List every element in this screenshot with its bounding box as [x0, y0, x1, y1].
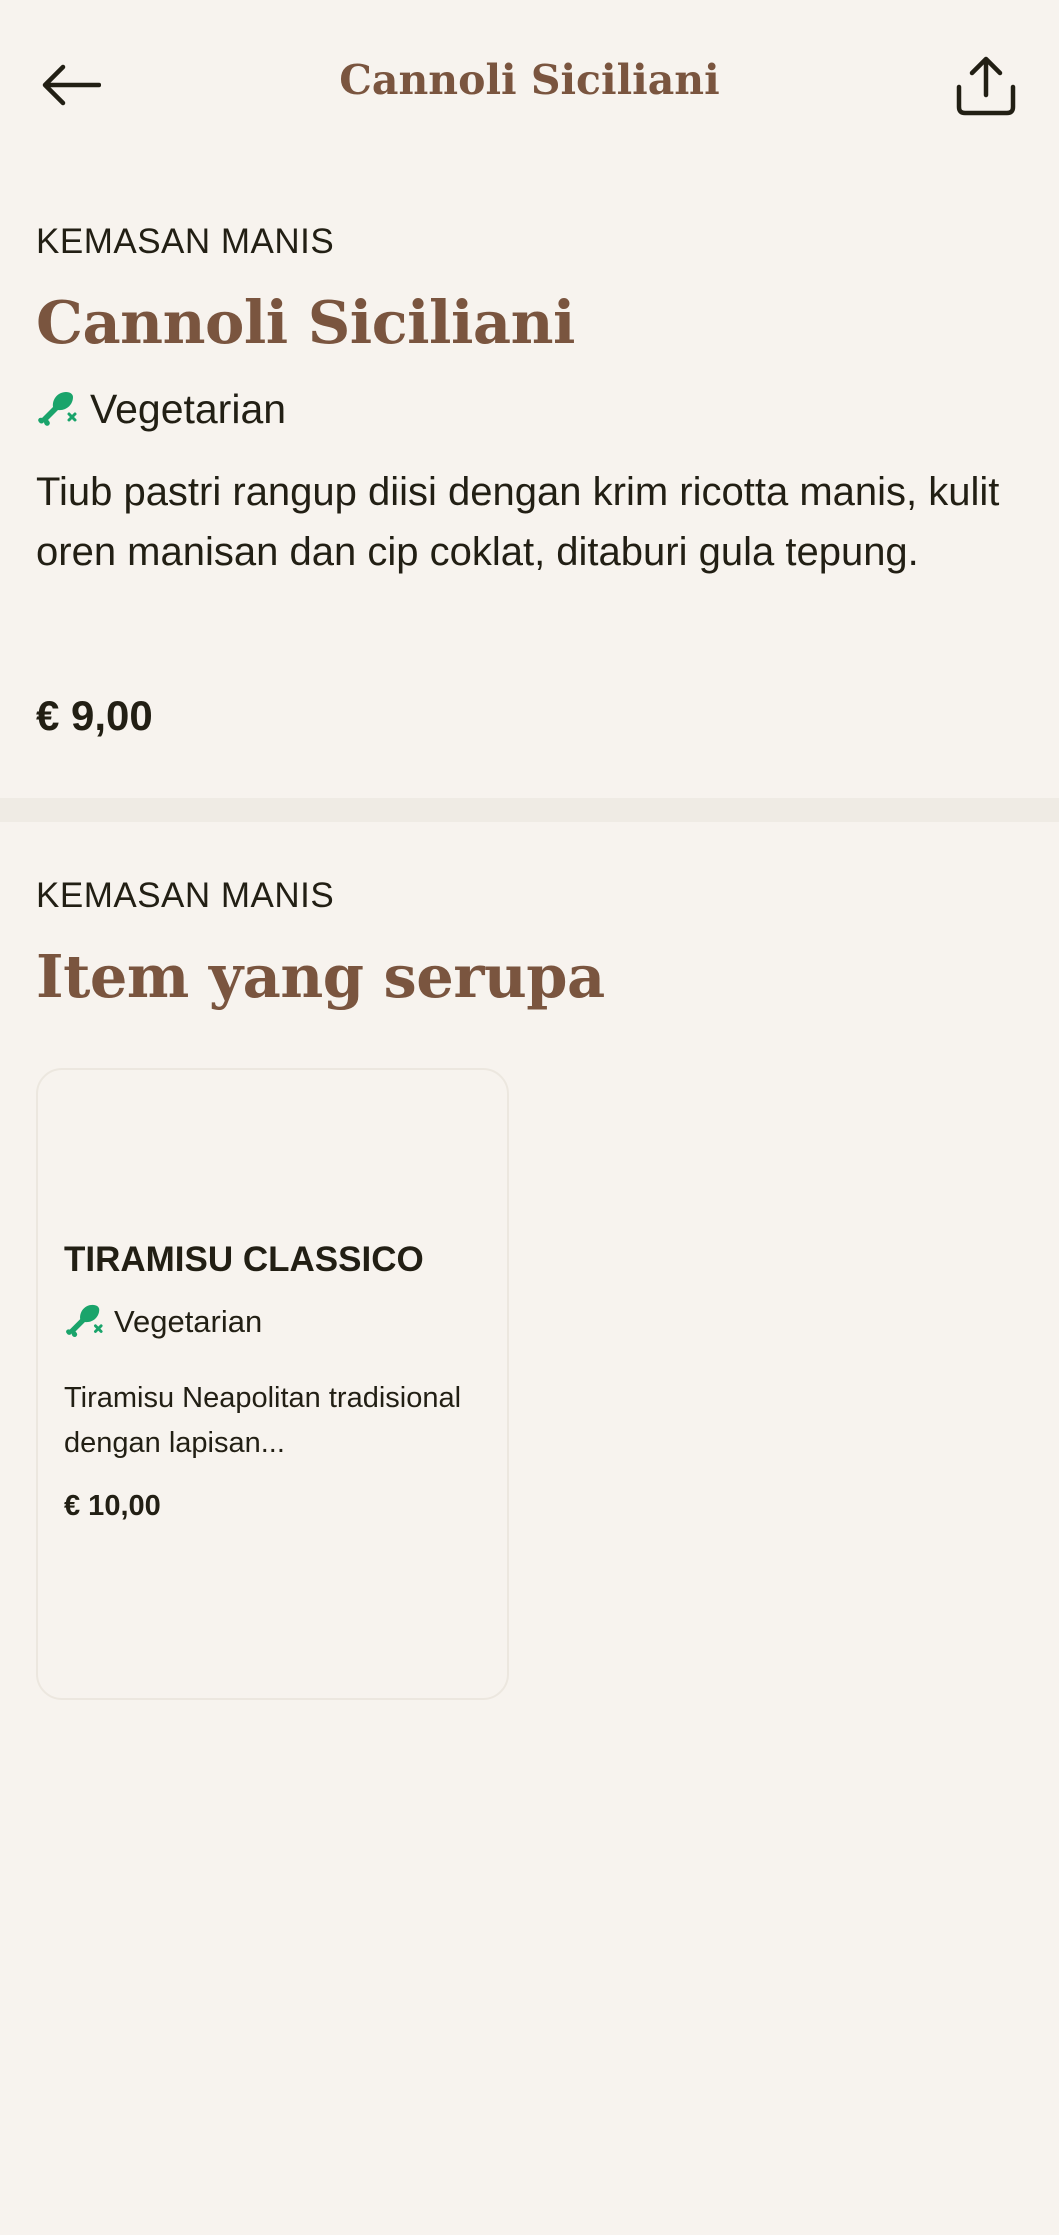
product-category: KEMASAN MANIS: [36, 222, 335, 261]
diet-label: Vegetarian: [90, 386, 287, 432]
similar-heading: Item yang serupa: [36, 942, 605, 1011]
page-title: Cannoli Siciliani: [339, 56, 720, 104]
top-app-bar: Cannoli Siciliani: [0, 0, 1059, 170]
section-divider: [0, 798, 1059, 822]
similar-item-price: € 10,00: [64, 1490, 161, 1522]
similar-category: KEMASAN MANIS: [36, 876, 335, 915]
similar-item-name: TIRAMISU CLASSICO: [64, 1240, 424, 1279]
diet-tag: Vegetarian: [64, 1302, 262, 1342]
drumstick-crossed-icon: [38, 391, 77, 426]
similar-item-description: Tiramisu Neapolitan tradisional dengan l…: [64, 1382, 462, 1459]
product-description: Tiub pastri rangup diisi dengan krim ric…: [36, 470, 1000, 574]
share-icon: [956, 56, 1016, 116]
similar-item-card[interactable]: TIRAMISU CLASSICO Vegetarian Tiramisu Ne…: [36, 1068, 509, 1700]
share-button[interactable]: [950, 50, 1022, 122]
diet-tag: Vegetarian: [36, 386, 286, 433]
product-name: Cannoli Siciliani: [36, 288, 575, 357]
product-price: € 9,00: [36, 692, 153, 739]
diet-label: Vegetarian: [114, 1304, 263, 1339]
drumstick-crossed-icon: [66, 1304, 103, 1338]
arrow-left-icon: [42, 64, 101, 106]
back-button[interactable]: [38, 52, 104, 118]
